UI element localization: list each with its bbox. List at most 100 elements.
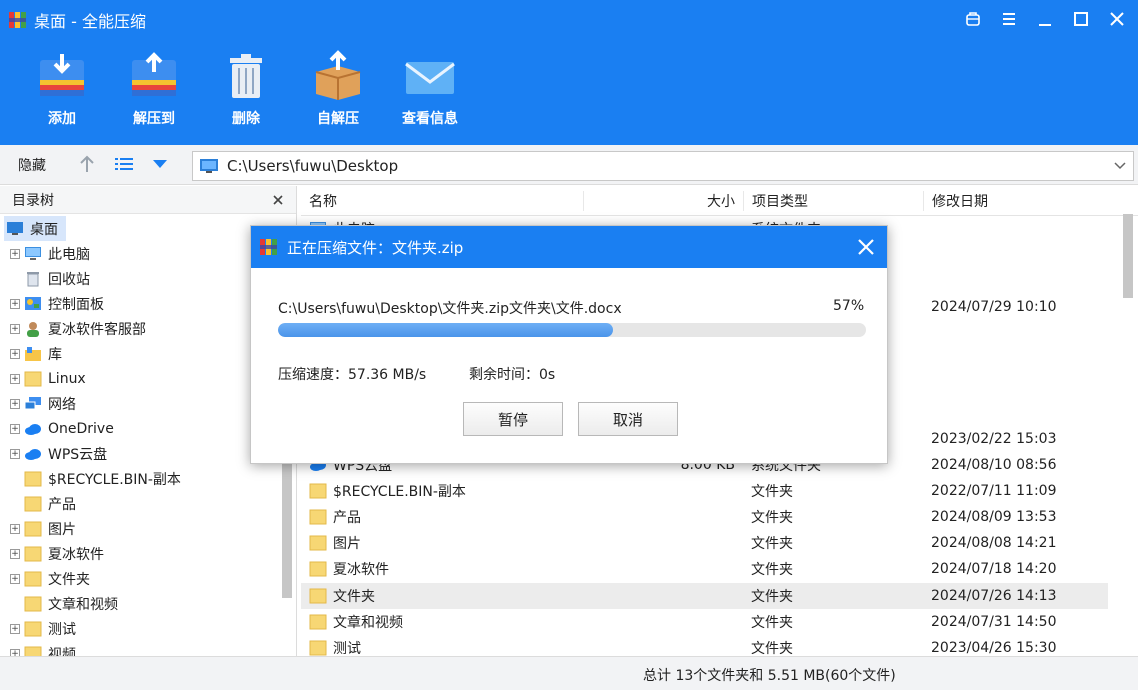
folder-icon xyxy=(309,509,327,525)
expand-icon[interactable]: + xyxy=(10,348,20,359)
column-date[interactable]: 修改日期 xyxy=(923,190,1103,211)
file-row[interactable]: 夏冰软件 文件夹 2024/07/18 14:20 xyxy=(301,556,1108,582)
maximize-button[interactable] xyxy=(1068,6,1094,32)
tree-item[interactable]: + 图片 xyxy=(0,516,296,541)
cancel-button[interactable]: 取消 xyxy=(578,402,678,436)
folder-icon xyxy=(309,561,327,577)
tree-item-icon xyxy=(24,496,42,512)
expand-icon[interactable]: + xyxy=(10,648,20,656)
tree-item-label: 测试 xyxy=(48,621,76,638)
list-view-icon[interactable] xyxy=(114,155,134,173)
dialog-close-button[interactable] xyxy=(853,234,879,260)
expand-icon[interactable]: + xyxy=(10,448,20,459)
tree-item[interactable]: + 测试 xyxy=(0,616,296,641)
dialog-title-bar: 正在压缩文件：文件夹.zip xyxy=(251,226,887,268)
expand-icon[interactable]: + xyxy=(10,573,20,584)
add-button[interactable]: 添加 xyxy=(30,50,94,128)
file-type: 文件夹 xyxy=(751,615,793,631)
add-button-label: 添加 xyxy=(48,111,76,127)
column-size[interactable]: 大小 xyxy=(583,190,743,211)
folder-icon xyxy=(24,596,42,611)
control-panel-icon xyxy=(25,296,41,310)
file-row[interactable]: 文件夹 文件夹 2024/07/26 14:13 xyxy=(301,583,1108,609)
status-bar: 总计 13个文件夹和 5.51 MB(60个文件) xyxy=(0,656,1138,690)
file-list-scroll-thumb[interactable] xyxy=(1123,214,1133,298)
desktop-icon xyxy=(200,159,218,173)
envelope-info-icon xyxy=(405,62,455,94)
file-row[interactable]: 图片 文件夹 2024/08/08 14:21 xyxy=(301,530,1108,556)
file-row[interactable]: 测试 文件夹 2023/04/26 15:30 xyxy=(301,635,1108,656)
pause-button[interactable]: 暂停 xyxy=(463,402,563,436)
view-info-button[interactable]: 查看信息 xyxy=(398,50,462,128)
tree-item[interactable]: $RECYCLE.BIN-副本 xyxy=(0,466,296,491)
cloud-icon xyxy=(25,448,41,460)
hide-tree-button[interactable]: 隐藏 xyxy=(18,155,46,175)
tree-item[interactable]: 产品 xyxy=(0,491,296,516)
view-info-button-label: 查看信息 xyxy=(402,111,458,127)
path-dropdown-icon[interactable] xyxy=(1113,158,1127,174)
minimize-button[interactable] xyxy=(1032,6,1058,32)
maximize-icon xyxy=(1074,12,1088,26)
tree-title: 目录树 xyxy=(12,192,54,209)
progress-bar xyxy=(278,323,866,337)
main-toolbar: 添加 解压到 删除 自解压 查看信息 xyxy=(30,50,462,128)
expand-icon[interactable]: + xyxy=(10,248,20,259)
expand-icon[interactable]: + xyxy=(10,298,20,309)
title-toolbar-area: 桌面 - 全能压缩 添加 解压到 删除 自解压 查看信息 xyxy=(0,0,1138,145)
user-icon xyxy=(27,321,39,337)
file-date: 2024/08/10 08:56 xyxy=(931,457,1057,473)
expand-icon[interactable]: + xyxy=(10,323,20,334)
delete-button[interactable]: 删除 xyxy=(214,50,278,128)
recycle-bin-icon xyxy=(27,271,39,286)
file-row[interactable]: 产品 文件夹 2024/08/09 13:53 xyxy=(301,504,1108,530)
folder-icon xyxy=(309,483,327,499)
skin-button[interactable] xyxy=(960,6,986,32)
column-name[interactable]: 名称 xyxy=(301,191,583,211)
shirt-icon xyxy=(966,12,980,26)
file-row[interactable]: 文章和视频 文件夹 2024/07/31 14:50 xyxy=(301,609,1108,635)
folder-icon xyxy=(24,621,42,636)
expand-icon[interactable]: + xyxy=(10,373,20,384)
view-dropdown-icon[interactable] xyxy=(152,158,168,170)
tree-item[interactable]: 桌面 xyxy=(4,216,66,241)
tree-item[interactable]: + 视频 xyxy=(0,641,296,656)
extract-to-button[interactable]: 解压到 xyxy=(122,50,186,128)
remaining-time: 剩余时间：0s xyxy=(469,367,556,383)
file-list-scrollbar[interactable] xyxy=(1118,186,1138,656)
expand-icon[interactable]: + xyxy=(10,548,20,559)
tree-item-label: 图片 xyxy=(48,521,76,538)
self-extract-button[interactable]: 自解压 xyxy=(306,50,370,128)
file-date: 2024/08/09 13:53 xyxy=(931,509,1057,525)
cloud-icon xyxy=(25,423,41,435)
window-controls xyxy=(960,6,1130,32)
trash-icon xyxy=(230,54,262,98)
expand-icon[interactable]: + xyxy=(10,398,20,409)
tree-item-icon xyxy=(24,521,42,537)
close-tree-icon[interactable] xyxy=(272,194,284,206)
expand-icon[interactable]: + xyxy=(10,623,20,634)
tree-item-label: 文件夹 xyxy=(48,571,90,588)
file-type: 文件夹 xyxy=(751,562,793,578)
file-name: 夏冰软件 xyxy=(333,562,389,578)
expand-icon[interactable]: + xyxy=(10,423,20,434)
network-icon xyxy=(24,396,41,409)
path-input[interactable]: C:\Users\fuwu\Desktop xyxy=(192,151,1134,181)
tree-item[interactable]: 文章和视频 xyxy=(0,591,296,616)
tree-item-icon xyxy=(24,446,42,462)
menu-button[interactable] xyxy=(996,6,1022,32)
tree-item[interactable]: + 文件夹 xyxy=(0,566,296,591)
address-nav-icons xyxy=(78,154,168,174)
folder-icon xyxy=(24,571,42,586)
file-date: 2024/07/18 14:20 xyxy=(931,561,1057,577)
tree-item[interactable]: + 夏冰软件 xyxy=(0,541,296,566)
tree-item-label: 夏冰软件 xyxy=(48,546,104,563)
file-row[interactable]: $RECYCLE.BIN-副本 文件夹 2022/07/11 11:09 xyxy=(301,478,1108,504)
column-type[interactable]: 项目类型 xyxy=(743,190,923,211)
computer-icon xyxy=(25,246,41,260)
up-folder-icon[interactable] xyxy=(78,154,96,174)
expand-icon[interactable]: + xyxy=(10,523,20,534)
file-date: 2024/07/26 14:13 xyxy=(931,588,1057,604)
address-bar: 隐藏 C:\Users\fuwu\Desktop xyxy=(0,145,1138,185)
file-type: 文件夹 xyxy=(751,641,793,656)
close-button[interactable] xyxy=(1104,6,1130,32)
